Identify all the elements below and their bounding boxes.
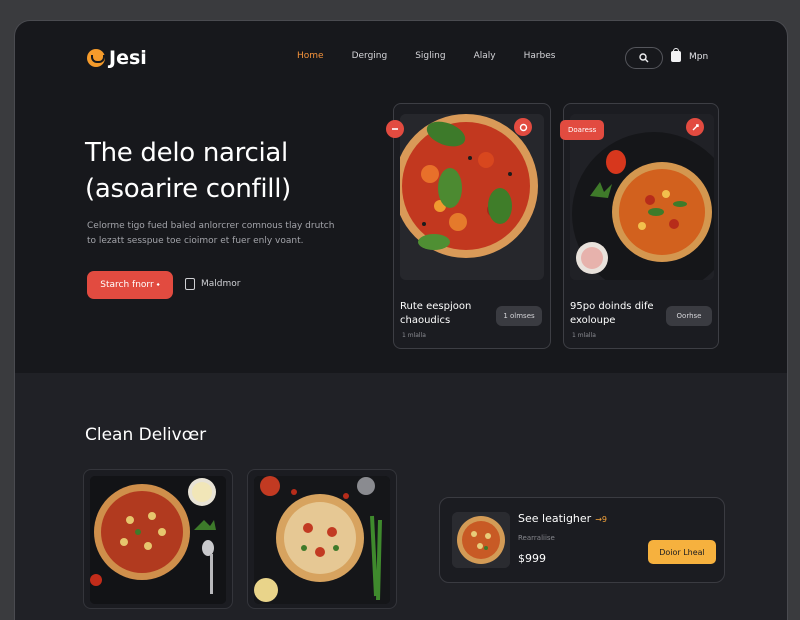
brand-logo[interactable]: Jesi xyxy=(87,47,147,69)
pizza-image xyxy=(254,476,390,604)
hero-title-line-1: The delo narcial xyxy=(85,138,288,168)
deal-price: $999 xyxy=(518,552,546,565)
delivery-section: Clean Delivœr See leatigher →9 Rearralii… xyxy=(15,373,787,620)
deal-subtitle: Rearraliise xyxy=(518,534,555,542)
hero-title: The delo narcial (asoarire confill) xyxy=(85,135,291,207)
nav-link-home[interactable]: Home xyxy=(297,51,324,61)
hero-secondary-link[interactable]: Maldmor xyxy=(185,278,240,290)
featured-card-subtitle: 1 mlalla xyxy=(402,332,426,339)
shopping-bag-icon xyxy=(671,48,681,62)
deal-title-text: See leatigher xyxy=(518,512,592,525)
top-navigation: Jesi Home Derging Sigling Alaly Harbes M… xyxy=(15,21,787,91)
search-button[interactable] xyxy=(625,47,663,69)
featured-card-button[interactable]: 1 olmses xyxy=(496,306,542,326)
clipboard-icon xyxy=(185,278,195,290)
featured-card-button[interactable]: Oorhse xyxy=(666,306,712,326)
favorite-badge[interactable] xyxy=(386,120,404,138)
nav-link-5[interactable]: Harbes xyxy=(524,51,556,61)
pizza-image xyxy=(90,476,226,604)
featured-card[interactable]: Doaress 95po doinds dife exoloupe 1 mlal… xyxy=(560,103,719,349)
like-badge[interactable] xyxy=(686,118,704,136)
like-badge[interactable] xyxy=(514,118,532,136)
app-window: Jesi Home Derging Sigling Alaly Harbes M… xyxy=(14,20,788,620)
cart-button[interactable]: Mpn xyxy=(671,48,709,62)
logo-icon xyxy=(87,49,105,67)
minus-icon xyxy=(392,128,398,130)
hero-title-line-2: (asoarire confill) xyxy=(85,174,292,204)
deal-tag: →9 xyxy=(595,515,607,524)
hero-primary-button[interactable]: Starch fnorr ⬩ xyxy=(87,271,173,299)
search-icon xyxy=(639,53,649,63)
food-card[interactable] xyxy=(83,469,233,609)
pizza-image xyxy=(400,114,544,280)
heart-icon xyxy=(692,123,699,130)
nav-link-2[interactable]: Derging xyxy=(352,51,388,61)
pizza-thumbnail xyxy=(452,512,510,568)
cart-label: Mpn xyxy=(689,51,709,62)
hero-description: Celorme tigo fued baled anlorcrer comnou… xyxy=(87,221,335,246)
nav-link-3[interactable]: Sigling xyxy=(415,51,445,61)
nav-link-4[interactable]: Alaly xyxy=(474,51,496,61)
featured-card-title: 95po doinds dife exoloupe xyxy=(570,301,654,326)
heart-icon xyxy=(519,123,527,131)
deal-title: See leatigher →9 xyxy=(518,512,607,525)
nav-links: Home Derging Sigling Alaly Harbes xyxy=(297,51,584,61)
featured-card-tag: Doaress xyxy=(560,120,605,140)
featured-card-title: Rute eespjoon chaoudics xyxy=(400,301,472,326)
food-card[interactable] xyxy=(247,469,397,609)
hero-secondary-label: Maldmor xyxy=(201,279,241,289)
featured-card-subtitle: 1 mlalla xyxy=(572,332,596,339)
featured-card[interactable]: Rute eespjoon chaoudics 1 mlalla 1 olmse… xyxy=(386,103,551,349)
section-title: Clean Delivœr xyxy=(85,425,207,445)
deal-card[interactable]: See leatigher →9 Rearraliise $999 Doior L… xyxy=(439,497,725,583)
deal-button[interactable]: Doior Lheal xyxy=(648,540,716,564)
brand-name: Jesi xyxy=(109,47,147,69)
